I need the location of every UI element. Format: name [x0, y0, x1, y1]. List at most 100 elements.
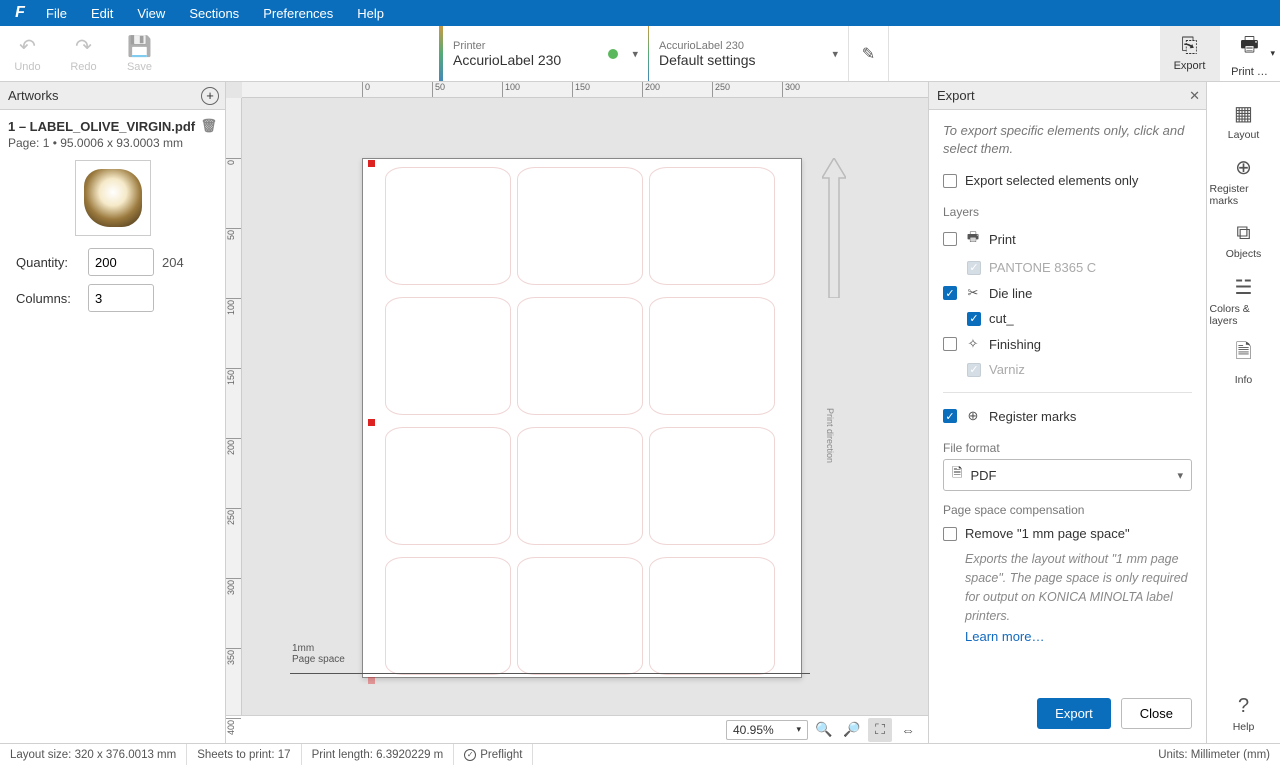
columns-input[interactable]: [88, 284, 154, 312]
rail-register-button[interactable]: ⊕Register marks: [1210, 152, 1278, 210]
save-button[interactable]: 💾 Save: [112, 26, 168, 81]
ruler-vertical: 050100150200250300350400: [226, 98, 242, 715]
register-mark-icon: [368, 419, 375, 426]
chevron-down-icon: ▾: [832, 47, 838, 60]
fit-width-icon: ⇔: [901, 722, 915, 738]
artwork-subtitle: Page: 1 • 95.0006 x 93.0003 mm: [8, 136, 217, 150]
menu-help[interactable]: Help: [345, 0, 396, 26]
layer-finishing-checkbox[interactable]: ✧ Finishing: [943, 331, 1192, 357]
zoom-combo[interactable]: 40.95% ▾: [726, 720, 808, 740]
export-hint: To export specific elements only, click …: [943, 122, 1192, 158]
printer-icon: 🖶: [965, 228, 981, 250]
artwork-item[interactable]: 1 – LABEL_OLIVE_VIRGIN.pdf 🗑 Page: 1 • 9…: [0, 110, 225, 316]
edit-settings-button[interactable]: ✎: [849, 26, 889, 81]
layer-register-checkbox[interactable]: ✓ ⊕ Register marks: [943, 403, 1192, 429]
zoom-in-button[interactable]: 🔎: [840, 718, 864, 742]
undo-label: Undo: [14, 61, 40, 73]
file-format-title: File format: [943, 441, 1192, 455]
close-button[interactable]: Close: [1121, 698, 1192, 729]
label-die-outline: [385, 167, 511, 285]
register-marks-icon: ⊕: [965, 408, 981, 424]
remove-page-space-checkbox[interactable]: Remove "1 mm page space": [943, 521, 1192, 546]
zoom-in-icon: 🔎: [843, 721, 860, 738]
label-die-outline: [517, 557, 643, 675]
layer-register-label: Register marks: [989, 409, 1076, 424]
check-circle-icon: ✓: [464, 749, 476, 761]
redo-button[interactable]: ↷ Redo: [56, 26, 112, 81]
menu-sections[interactable]: Sections: [177, 0, 251, 26]
layer-finishing-sub-checkbox[interactable]: ✓ Varniz: [943, 357, 1192, 382]
add-artwork-button[interactable]: +: [201, 87, 219, 105]
delete-artwork-button[interactable]: 🗑: [200, 118, 217, 134]
export-selected-checkbox[interactable]: Export selected elements only: [943, 168, 1192, 193]
layer-finishing-sub-label: Varniz: [989, 362, 1025, 377]
zoom-out-icon: 🔍: [815, 721, 832, 738]
save-label: Save: [127, 61, 152, 73]
rail-colors-button[interactable]: ☱Colors & layers: [1210, 272, 1278, 330]
file-format-dropdown[interactable]: 🗎 PDF ▾: [943, 459, 1192, 491]
rail-layout-button[interactable]: ▦Layout: [1210, 92, 1278, 150]
undo-button[interactable]: ↶ Undo: [0, 26, 56, 81]
fit-page-button[interactable]: ⛶: [868, 718, 892, 742]
export-confirm-button[interactable]: Export: [1037, 698, 1111, 729]
checkbox-icon: ✓: [943, 286, 957, 300]
layers-section-title: Layers: [943, 205, 1192, 219]
checkbox-icon: ✓: [967, 363, 981, 377]
layout-icon: ▦: [1234, 101, 1253, 126]
canvas-viewport[interactable]: Print direction 1mm Page space: [242, 98, 928, 715]
status-layout-size: Layout size: 320 x 376.0013 mm: [0, 744, 187, 765]
register-mark-icon: [368, 677, 375, 684]
quantity-total: 204: [162, 255, 184, 270]
rail-objects-button[interactable]: ⧉Objects: [1210, 212, 1278, 270]
layer-die-label: Die line: [989, 286, 1032, 301]
status-print-length: Print length: 6.3920229 m: [302, 744, 455, 765]
print-button[interactable]: 🖶 Print … ▾: [1220, 26, 1280, 81]
printer-dropdown[interactable]: Printer AccurioLabel 230 ▾: [439, 26, 649, 81]
artworks-title: Artworks: [8, 88, 59, 103]
register-mark-icon: [368, 160, 375, 167]
fit-page-icon: ⛶: [875, 721, 885, 738]
thumbnail-image: [84, 169, 142, 227]
layer-die-sub-checkbox[interactable]: ✓ cut_: [943, 306, 1192, 331]
label-die-outline: [649, 427, 775, 545]
learn-more-link[interactable]: Learn more…: [965, 629, 1192, 644]
register-marks-icon: ⊕: [1235, 155, 1252, 180]
layer-die-checkbox[interactable]: ✓ ✂ Die line: [943, 280, 1192, 306]
page-comp-description: Exports the layout without "1 mm page sp…: [965, 550, 1192, 625]
info-icon: 🗎: [1235, 337, 1251, 371]
layer-print-label: Print: [989, 232, 1016, 247]
artworks-header: Artworks +: [0, 82, 225, 110]
status-preflight[interactable]: ✓ Preflight: [454, 744, 533, 765]
quantity-input[interactable]: [88, 248, 154, 276]
layer-print-sub-label: PANTONE 8365 C: [989, 260, 1096, 275]
printer-settings-dropdown[interactable]: AccurioLabel 230 Default settings ▾: [649, 26, 849, 81]
label-die-outline: [517, 297, 643, 415]
rail-info-button[interactable]: 🗎Info: [1210, 332, 1278, 390]
printer-value: AccurioLabel 230: [453, 52, 561, 68]
menu-view[interactable]: View: [125, 0, 177, 26]
menu-edit[interactable]: Edit: [79, 0, 125, 26]
page-sheet[interactable]: [362, 158, 802, 678]
redo-icon: ↷: [75, 34, 92, 59]
fit-width-button[interactable]: ⇔: [896, 718, 920, 742]
chevron-down-icon: ▾: [632, 47, 638, 60]
menu-file[interactable]: File: [34, 0, 79, 26]
app-logo-icon: F: [6, 0, 34, 26]
zoom-out-button[interactable]: 🔍: [812, 718, 836, 742]
main-area: Artworks + 1 – LABEL_OLIVE_VIRGIN.pdf 🗑 …: [0, 82, 1280, 743]
status-units[interactable]: Units: Millimeter (mm): [1148, 749, 1280, 761]
artwork-thumbnail[interactable]: [75, 160, 151, 236]
export-selected-label: Export selected elements only: [965, 173, 1138, 188]
quantity-label: Quantity:: [16, 255, 80, 270]
canvas-area: 050100150200250300 050100150200250300350…: [226, 82, 928, 743]
export-button[interactable]: ⎘ Export: [1160, 26, 1220, 81]
close-panel-button[interactable]: ✕: [1189, 88, 1200, 104]
rail-help-button[interactable]: ?Help: [1210, 685, 1278, 743]
trash-icon: 🗑: [200, 118, 217, 133]
checkbox-icon: ✓: [943, 409, 957, 423]
layer-print-sub-checkbox[interactable]: ✓ PANTONE 8365 C: [943, 255, 1192, 280]
print-label: Print …: [1231, 66, 1268, 78]
print-direction-label: Print direction: [825, 408, 835, 463]
layer-print-checkbox[interactable]: 🖶 Print: [943, 223, 1192, 255]
menu-preferences[interactable]: Preferences: [251, 0, 345, 26]
